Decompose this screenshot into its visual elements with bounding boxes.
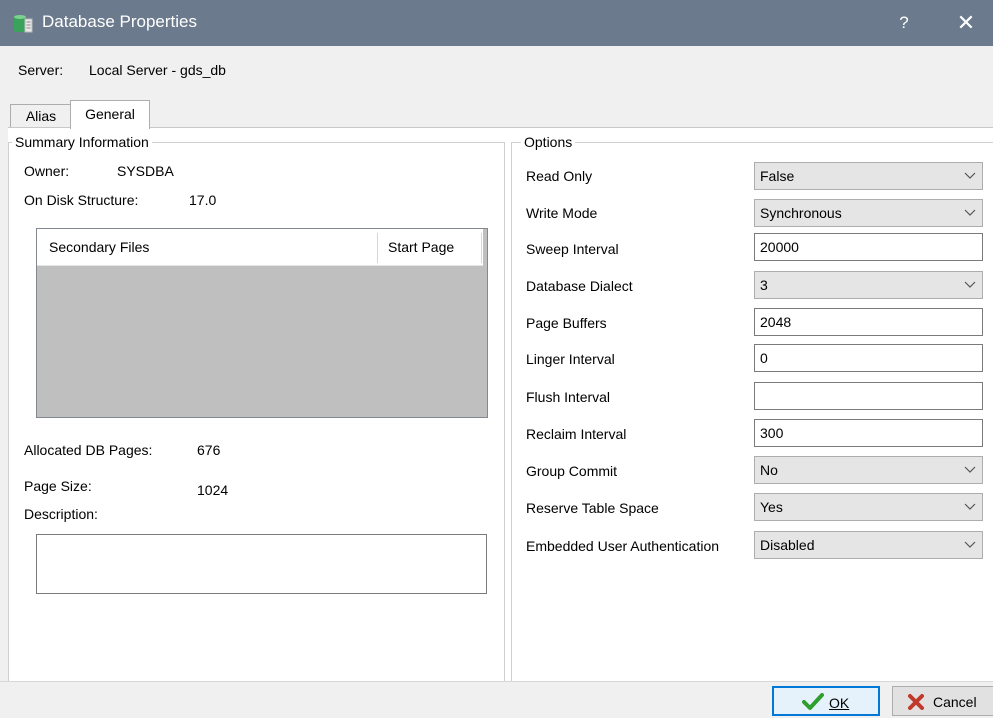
sweep-interval-label: Sweep Interval [526, 241, 619, 257]
summary-group-title: Summary Information [12, 134, 152, 150]
column-header-start-page[interactable]: Start Page [388, 229, 454, 265]
write-mode-select[interactable]: Synchronous [754, 199, 983, 227]
checkmark-icon [802, 693, 824, 710]
page-buffers-input[interactable]: 2048 [754, 308, 983, 336]
linger-interval-input[interactable]: 0 [754, 344, 983, 372]
reserve-table-space-select[interactable]: Yes [754, 493, 983, 521]
read-only-label: Read Only [526, 168, 593, 184]
tab-alias[interactable]: Alias [10, 104, 72, 128]
description-label: Description: [24, 506, 98, 522]
column-divider[interactable] [481, 233, 482, 263]
reclaim-interval-label: Reclaim Interval [526, 426, 627, 442]
page-size-value: 1024 [197, 482, 229, 498]
embedded-user-auth-label: Embedded User Authentication [526, 538, 720, 554]
reclaim-interval-input[interactable]: 300 [754, 419, 983, 447]
chevron-down-icon [964, 503, 976, 510]
cancel-label: Cancel [933, 694, 977, 710]
page-buffers-label: Page Buffers [526, 315, 607, 331]
read-only-value: False [760, 168, 795, 184]
flush-interval-label: Flush Interval [526, 389, 611, 405]
ok-button[interactable]: OK [772, 686, 880, 716]
chevron-down-icon [964, 466, 976, 473]
database-dialect-value: 3 [760, 277, 768, 293]
write-mode-label: Write Mode [526, 205, 598, 221]
chevron-down-icon [964, 541, 976, 548]
secondary-files-header: Secondary Files Start Page [37, 229, 483, 266]
cancel-button[interactable]: Cancel [892, 686, 993, 716]
group-commit-select[interactable]: No [754, 456, 983, 484]
reserve-table-space-label: Reserve Table Space [526, 500, 659, 516]
group-commit-label: Group Commit [526, 463, 618, 479]
group-commit-value: No [760, 462, 778, 478]
server-value: Local Server - gds_db [89, 62, 226, 78]
cancel-x-icon [908, 694, 924, 710]
close-button[interactable]: ✕ [946, 8, 986, 38]
column-divider[interactable] [377, 233, 378, 263]
sweep-interval-input[interactable]: 20000 [754, 233, 983, 261]
title-bar: Database Properties ? ✕ [0, 0, 993, 46]
allocated-pages-value: 676 [197, 442, 221, 458]
flush-interval-input[interactable] [754, 382, 983, 410]
ok-label: OK [829, 695, 850, 711]
read-only-select[interactable]: False [754, 162, 983, 190]
database-app-icon [14, 15, 33, 33]
server-label: Server: [18, 62, 64, 78]
owner-value: SYSDBA [117, 163, 174, 179]
description-field[interactable] [36, 534, 487, 594]
ods-label: On Disk Structure: [24, 192, 139, 208]
write-mode-value: Synchronous [760, 205, 842, 221]
page-size-label: Page Size: [24, 478, 92, 494]
chevron-down-icon [964, 172, 976, 179]
chevron-down-icon [964, 209, 976, 216]
chevron-down-icon [964, 281, 976, 288]
database-dialect-label: Database Dialect [526, 278, 633, 294]
owner-label: Owner: [24, 163, 70, 179]
ods-value: 17.0 [189, 192, 217, 208]
tab-general[interactable]: General [70, 100, 150, 129]
options-group-title: Options [521, 134, 576, 150]
embedded-user-auth-value: Disabled [760, 537, 815, 553]
allocated-pages-label: Allocated DB Pages: [24, 442, 153, 458]
window-title: Database Properties [42, 12, 197, 31]
help-button[interactable]: ? [886, 9, 922, 37]
reserve-table-space-value: Yes [760, 499, 783, 515]
database-dialect-select[interactable]: 3 [754, 271, 983, 299]
linger-interval-label: Linger Interval [526, 351, 615, 367]
embedded-user-auth-select[interactable]: Disabled [754, 531, 983, 559]
column-header-secondary-files[interactable]: Secondary Files [49, 229, 149, 265]
